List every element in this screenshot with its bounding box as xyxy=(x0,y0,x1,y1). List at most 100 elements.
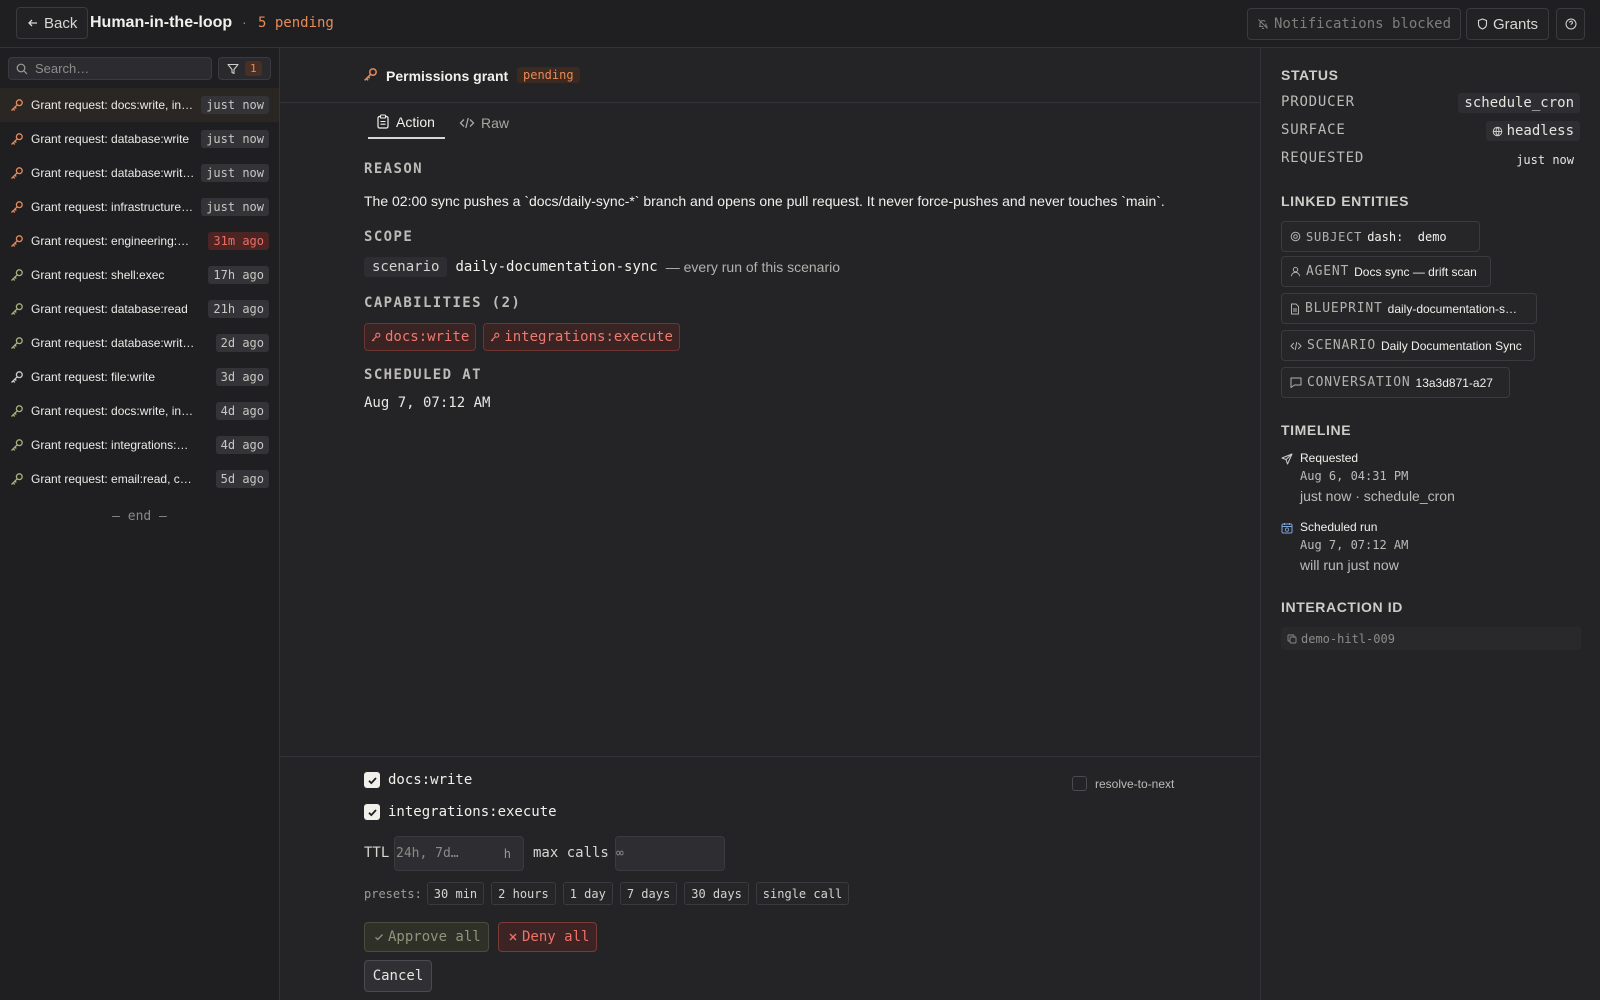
list-item-label: Grant request: database:write, file:writ… xyxy=(31,336,195,350)
deny-label: Deny all xyxy=(522,929,590,945)
key-icon xyxy=(10,438,24,452)
checkbox-checked[interactable] xyxy=(364,804,380,820)
entity-value: daily-documentation-sync xyxy=(1387,301,1520,316)
capability-checkbox-row[interactable]: integrations:execute xyxy=(364,804,557,820)
list-item-label: Grant request: database:write, file:writ… xyxy=(31,166,195,180)
list-item[interactable]: Grant request: docs:write, integrations:… xyxy=(0,394,279,428)
entity-agent[interactable]: AGENT Docs sync — drift scan xyxy=(1281,256,1491,287)
key-icon xyxy=(10,472,24,486)
entity-type: BLUEPRINT xyxy=(1305,301,1383,316)
checkbox-label: integrations:execute xyxy=(388,804,557,820)
capability-chip: docs:write xyxy=(364,323,477,351)
list-item-label: Grant request: email:read, calendar:writ… xyxy=(31,472,195,486)
list-item[interactable]: Grant request: database:write, file:writ… xyxy=(0,326,279,360)
grants-button[interactable]: Grants xyxy=(1466,8,1550,40)
key-icon xyxy=(363,67,378,82)
list-item-time: just now xyxy=(201,130,269,148)
max-calls-input[interactable] xyxy=(616,846,716,861)
check-icon xyxy=(374,932,384,942)
list-item[interactable]: Grant request: database:write just now xyxy=(0,122,279,156)
entity-value: 13a3d871-a27 xyxy=(1415,375,1493,390)
key-icon xyxy=(10,98,24,112)
search-field[interactable] xyxy=(8,57,212,80)
arrow-left-icon xyxy=(27,17,39,29)
user-icon xyxy=(1290,266,1301,277)
list-item-label: Grant request: integrations:execute xyxy=(31,438,195,452)
list-item[interactable]: Grant request: file:write 3d ago xyxy=(0,360,279,394)
resolve-to-next-toggle[interactable]: resolve-to-next xyxy=(1072,776,1174,791)
resolve-label: resolve-to-next xyxy=(1095,776,1175,791)
list-item[interactable]: Grant request: email:read, calendar:writ… xyxy=(0,462,279,496)
capabilities-list: docs:write integrations:execute xyxy=(364,323,680,351)
preset-30-days-button[interactable]: 30 days xyxy=(684,882,749,905)
entity-conversation[interactable]: CONVERSATION 13a3d871-a27 xyxy=(1281,367,1510,398)
grants-label: Grants xyxy=(1493,15,1539,33)
checkbox-checked[interactable] xyxy=(364,772,380,788)
detail-pane: Permissions grant pending Action Raw REA… xyxy=(280,48,1260,1000)
key-icon xyxy=(490,332,500,342)
scheduled-heading: SCHEDULED AT xyxy=(364,367,482,383)
list-item[interactable]: Grant request: integrations:execute 4d ag… xyxy=(0,428,279,462)
chat-icon xyxy=(1290,377,1302,388)
list-item[interactable]: Grant request: shell:exec 17h ago xyxy=(0,258,279,292)
timeline-time: Aug 7, 07:12 AM xyxy=(1300,538,1409,552)
list-item-time: 5d ago xyxy=(215,470,269,488)
capability-checkbox-row[interactable]: docs:write xyxy=(364,772,472,788)
deny-all-button[interactable]: Deny all xyxy=(498,922,597,952)
approve-all-button[interactable]: Approve all xyxy=(364,922,489,952)
list-item[interactable]: Grant request: docs:write, integrations:… xyxy=(0,88,279,122)
tab-raw[interactable]: Raw xyxy=(451,106,517,139)
status-badge: pending xyxy=(517,67,580,83)
list-item-time: 2d ago xyxy=(215,334,269,352)
list-item-time: 3d ago xyxy=(215,368,269,386)
list-item[interactable]: Grant request: infrastructure:deploy just… xyxy=(0,190,279,224)
scope-heading: SCOPE xyxy=(364,229,414,245)
checkbox-label: docs:write xyxy=(388,772,473,788)
list-item-time: 4d ago xyxy=(215,402,269,420)
tab-raw-label: Raw xyxy=(481,114,510,131)
presets-label: presets: xyxy=(364,886,422,901)
max-calls-field[interactable] xyxy=(615,836,725,871)
entity-blueprint[interactable]: BLUEPRINT daily-documentation-sync xyxy=(1281,293,1537,324)
entity-subject[interactable]: SUBJECT dash: demo xyxy=(1281,221,1480,252)
ttl-field[interactable]: h xyxy=(394,836,524,871)
linked-entities-heading: LINKED ENTITIES xyxy=(1281,193,1410,209)
scheduled-value: Aug 7, 07:12 AM xyxy=(364,395,491,411)
entity-value: Daily Documentation Sync xyxy=(1381,338,1522,353)
capability-label: docs:write xyxy=(385,329,470,345)
ttl-input[interactable] xyxy=(396,846,496,861)
calendar-clock-icon xyxy=(1281,522,1293,534)
list-item[interactable]: Grant request: database:read 21h ago xyxy=(0,292,279,326)
resolve-checkbox[interactable] xyxy=(1072,776,1087,791)
list-item[interactable]: Grant request: engineering:execute 31m ag… xyxy=(0,224,279,258)
tab-action[interactable]: Action xyxy=(368,106,445,139)
entity-scenario[interactable]: SCENARIO Daily Documentation Sync xyxy=(1281,330,1535,361)
request-list: Grant request: docs:write, integrations:… xyxy=(0,88,279,496)
preset-single-call-button[interactable]: single call xyxy=(755,882,850,905)
preset-30-min-button[interactable]: 30 min xyxy=(426,882,485,905)
preset-2-hours-button[interactable]: 2 hours xyxy=(491,882,556,905)
key-icon xyxy=(10,166,24,180)
list-end-marker: — end — xyxy=(112,509,167,524)
producer-key: PRODUCER xyxy=(1281,94,1355,110)
list-item[interactable]: Grant request: database:write, file:writ… xyxy=(0,156,279,190)
cancel-button[interactable]: Cancel xyxy=(364,960,432,992)
filter-count-badge: 1 xyxy=(245,61,262,76)
list-item-time: 17h ago xyxy=(208,266,269,284)
ttl-label: TTL xyxy=(364,845,390,861)
search-input[interactable] xyxy=(35,61,195,76)
preset-7-days-button[interactable]: 7 days xyxy=(619,882,678,905)
list-item-time: just now xyxy=(201,164,269,182)
help-button[interactable] xyxy=(1556,8,1585,40)
preset-1-day-button[interactable]: 1 day xyxy=(562,882,613,905)
notifications-blocked-button[interactable]: Notifications blocked xyxy=(1247,8,1462,40)
back-button[interactable]: Back xyxy=(16,7,89,39)
timeline-description: will run just now xyxy=(1300,557,1399,573)
surface-value: headless xyxy=(1485,121,1580,141)
reason-text: The 02:00 sync pushes a `docs/daily-sync… xyxy=(364,193,1165,209)
details-panel: STATUS PRODUCER schedule_cron SURFACE he… xyxy=(1260,48,1600,1000)
key-icon xyxy=(10,336,24,350)
interaction-id-field[interactable]: demo-hitl-009 xyxy=(1281,627,1581,650)
filter-button[interactable]: 1 xyxy=(218,57,271,80)
detail-header: Permissions grant pending xyxy=(280,48,1260,103)
